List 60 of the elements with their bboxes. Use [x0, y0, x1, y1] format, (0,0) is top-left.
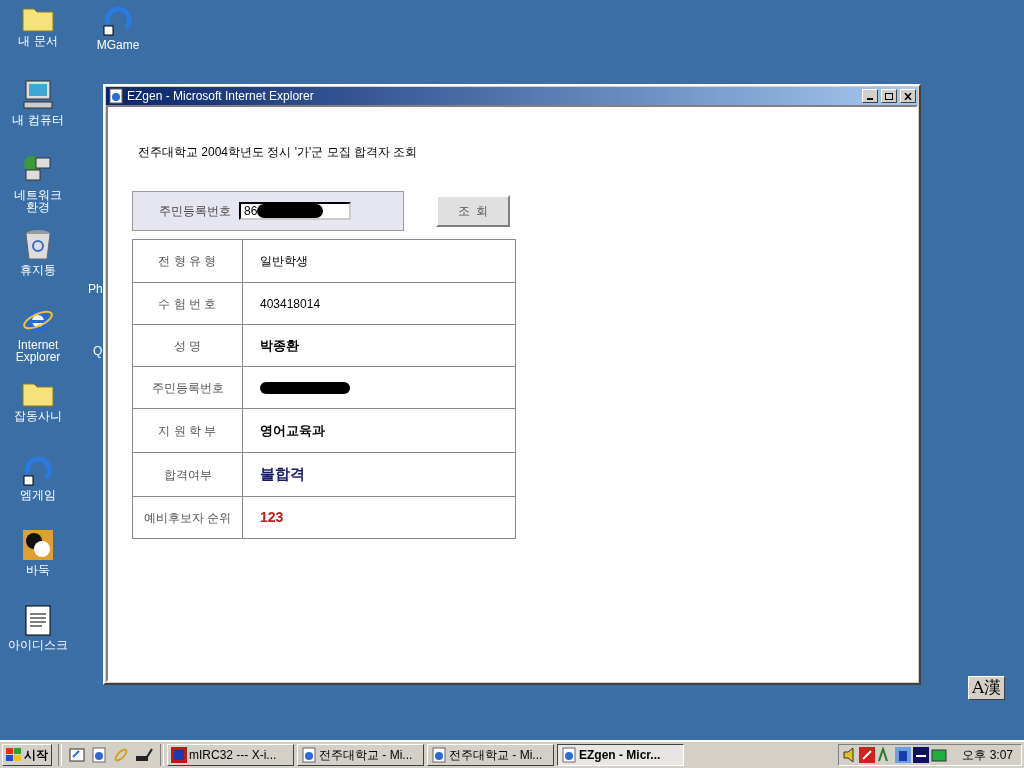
windows-logo-icon — [6, 748, 22, 762]
start-button[interactable]: 시작 — [2, 744, 52, 766]
desktop-icon-label[interactable]: 엠게임 — [8, 489, 68, 501]
maximize-icon — [885, 92, 893, 100]
go-board-icon — [22, 529, 54, 561]
row-label: 전 형 유 형 — [133, 240, 243, 282]
desktop-icon-label[interactable]: 잡동사니 — [8, 410, 68, 422]
desktop-icon-label[interactable]: Internet Explorer — [8, 339, 68, 363]
lookup-button[interactable]: 조 회 — [436, 195, 510, 227]
page-icon — [91, 747, 107, 763]
desktop-icon-label[interactable]: Ph — [88, 282, 103, 296]
window-app-icon[interactable] — [931, 747, 947, 763]
document-icon — [25, 604, 51, 636]
row-label: 주민등록번호 — [133, 367, 243, 408]
id-number-field[interactable]: 86 — [239, 202, 351, 220]
row-value: 영어교육과 — [260, 421, 325, 440]
row-label: 지 원 학 부 — [133, 409, 243, 452]
desktop-icon-label[interactable]: 아이디스크 — [8, 639, 68, 651]
page-icon — [561, 747, 577, 763]
page-icon — [431, 747, 447, 763]
speaker-icon[interactable] — [843, 747, 857, 763]
app-icon — [171, 747, 187, 763]
taskbar-button[interactable]: 전주대학교 - Mi... — [427, 744, 554, 766]
swirl-shortcut-icon — [22, 454, 54, 486]
tool-icon[interactable] — [135, 747, 153, 763]
ime-toolbar[interactable]: A漢 — [968, 676, 1006, 700]
dark-screen-icon[interactable] — [913, 747, 929, 763]
trash-bin-icon — [24, 229, 52, 261]
page-heading: 전주대학교 2004학년도 정시 '가'군 모집 합격자 조회 — [138, 144, 419, 161]
close-button[interactable] — [900, 89, 916, 103]
window-title: EZgen - Microsoft Internet Explorer — [127, 88, 314, 105]
desktop-icon[interactable] — [69, 747, 85, 763]
computer-icon — [22, 79, 54, 111]
row-label: 합격여부 — [133, 453, 243, 496]
row-label: 예비후보자 순위 — [133, 497, 243, 538]
close-icon — [904, 92, 912, 100]
row-value: 123 — [260, 508, 284, 527]
clock: 오후 3:07 — [962, 747, 1013, 764]
desktop-icon-label[interactable]: 네트워크 환경 — [8, 189, 68, 213]
row-value: 불합격 — [260, 464, 305, 485]
row-value: 일반학생 — [260, 253, 308, 270]
taskbar-button[interactable]: EZgen - Micr... — [557, 744, 684, 766]
maximize-button[interactable] — [881, 89, 897, 103]
page-icon — [301, 747, 317, 763]
row-label: 수 험 번 호 — [133, 283, 243, 324]
taskbar-button[interactable]: mIRC32 --- X-i... — [167, 744, 294, 766]
row-value: 박종환 — [260, 336, 299, 355]
desktop-icon-label[interactable]: Q — [93, 344, 103, 358]
field-label: 주민등록번호 — [159, 203, 231, 220]
desktop-icon-label[interactable]: 휴지통 — [8, 264, 68, 276]
desktop-icon-label[interactable]: MGame — [96, 39, 140, 51]
desktop-icon-label[interactable]: 바둑 — [8, 564, 68, 576]
swirl-shortcut-icon — [102, 4, 134, 36]
row-label: 성 명 — [133, 325, 243, 366]
desktop-icon-label[interactable]: 내 컴퓨터 — [8, 114, 68, 126]
desktop-icon-label[interactable]: 내 문서 — [8, 35, 68, 47]
taskbar-button[interactable]: 전주대학교 - Mi... — [297, 744, 424, 766]
row-value: 403418014 — [260, 295, 321, 313]
slash-app-icon[interactable] — [859, 747, 875, 763]
minimize-button[interactable] — [862, 89, 878, 103]
